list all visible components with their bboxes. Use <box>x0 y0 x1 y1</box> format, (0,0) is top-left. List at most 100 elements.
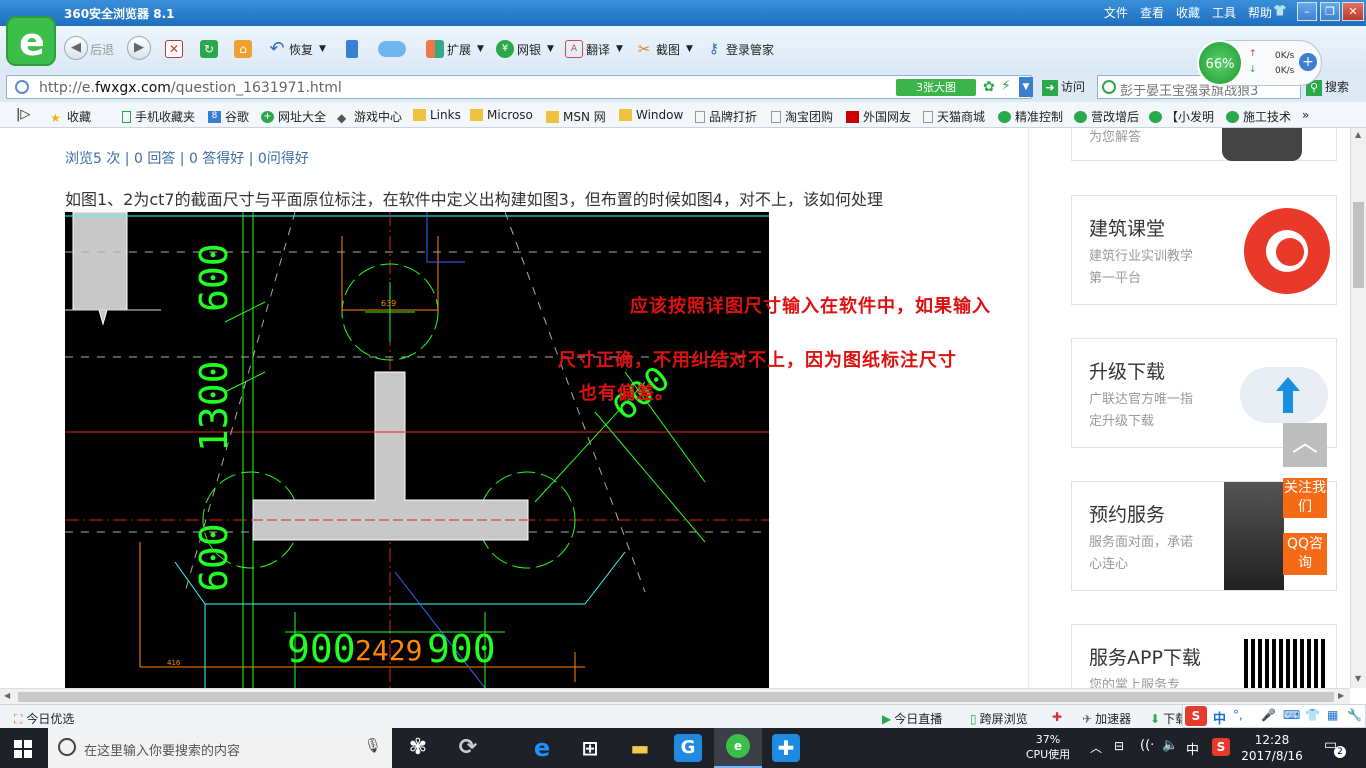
bookmark-item[interactable]: 【小发明 <box>1149 108 1214 125</box>
scroll-left-icon[interactable]: ◀ <box>4 691 10 700</box>
vertical-scroll-thumb[interactable] <box>1353 202 1364 288</box>
bookmark-item[interactable]: 外国网友 <box>846 108 911 125</box>
windows-start-icon[interactable] <box>14 740 32 758</box>
browser-logo[interactable] <box>6 16 56 66</box>
address-bar[interactable]: http://e.fwxgx.com/question_1631971.html… <box>6 75 1033 99</box>
bookmarks-more-icon[interactable]: » <box>1302 108 1309 122</box>
skin-icon[interactable]: 👕 <box>1305 708 1320 722</box>
lightning-icon[interactable]: ⚡ <box>1001 78 1011 94</box>
glodon-icon[interactable]: G <box>674 734 702 762</box>
cloud-button[interactable] <box>378 38 409 60</box>
active-browser-task[interactable]: e <box>714 728 762 768</box>
taskbar-ime-lang[interactable]: 中 <box>1186 739 1199 758</box>
menu-view[interactable]: 查看 <box>1140 4 1164 21</box>
netbank-button[interactable]: ¥ 网银 ▼ <box>496 38 554 60</box>
stop-button[interactable]: ✕ <box>165 38 186 60</box>
task-view-icon[interactable]: ✾ <box>404 734 432 762</box>
sidebar-card-classroom[interactable]: 建筑课堂 建筑行业实训教学第一平台 <box>1071 195 1337 305</box>
back-button[interactable]: 后退 <box>90 38 114 60</box>
today-picks[interactable]: ⛶ 今日优选 <box>14 710 74 727</box>
bookmarks-toggle-icon[interactable]: |▷ <box>16 107 30 122</box>
back-arrow-icon[interactable]: ◀ <box>64 36 88 60</box>
taskbar-search-input[interactable]: 在这里输入你要搜索的内容 🎙 <box>48 728 392 768</box>
menu-tools[interactable]: 工具 <box>1212 4 1236 21</box>
speed-widget[interactable]: 66% ↑ ↓ 0K/s 0K/s + <box>1197 40 1322 86</box>
bookmark-item[interactable]: 8 谷歌 <box>208 108 249 125</box>
mic-icon[interactable]: 🎤 <box>1261 708 1276 722</box>
bookmark-item[interactable]: 精准控制 <box>998 108 1063 125</box>
big-image-button[interactable]: 3张大图 <box>896 79 976 96</box>
edge-browser-icon[interactable]: e <box>528 734 556 762</box>
sidebar-card-partial[interactable]: 为您解答 <box>1071 128 1337 161</box>
scroll-down-icon[interactable]: ▼ <box>1355 674 1361 683</box>
vertical-scrollbar[interactable]: ▲ ▼ <box>1350 128 1366 688</box>
clock[interactable]: 12:28 2017/8/16 <box>1240 732 1304 764</box>
menu-favorites[interactable]: 收藏 <box>1176 4 1200 21</box>
bookmark-item[interactable]: + 网址大全 <box>261 108 326 125</box>
qq-consult-button[interactable]: QQ咨询 <box>1283 533 1327 575</box>
cross-screen[interactable]: ▯ 跨屏浏览 <box>970 710 1028 727</box>
file-explorer-icon[interactable]: ▬ <box>626 734 654 762</box>
login-manager-button[interactable]: ⚷ 登录管家 <box>705 38 774 60</box>
sogou-icon[interactable]: S <box>1185 706 1207 726</box>
restore-button[interactable]: ↶ 恢复 ▼ <box>268 38 325 60</box>
close-button[interactable]: ✕ <box>1342 2 1364 21</box>
action-center-icon[interactable]: ▭ 2 <box>1322 736 1346 760</box>
bookmark-item[interactable]: Window <box>619 108 683 122</box>
app-plus-icon[interactable]: ✚ <box>772 734 800 762</box>
wifi-icon[interactable]: ((· <box>1140 738 1154 753</box>
horizontal-scrollbar[interactable]: ◀ ▶ <box>0 688 1350 704</box>
bookmark-item[interactable]: 品牌打折 <box>695 108 757 125</box>
translate-button[interactable]: A 翻译 ▼ <box>565 38 623 60</box>
safety-icon[interactable]: ✚ <box>1052 710 1062 724</box>
grid-icon[interactable]: ▦ <box>1327 708 1338 722</box>
ime-toolbar[interactable]: S 中 °, 🎤 ⌨ 👕 ▦ 🔧 <box>1182 704 1366 728</box>
cpu-usage[interactable]: 37% CPU使用 <box>1024 732 1072 762</box>
sogou-tray-icon[interactable]: S <box>1212 738 1230 756</box>
follow-us-button[interactable]: 关注我们 <box>1283 478 1327 518</box>
visit-button[interactable]: ➜ 访问 <box>1042 78 1085 96</box>
bookmark-item[interactable]: 天猫商城 <box>923 108 985 125</box>
scroll-up-icon[interactable]: ▲ <box>1355 130 1361 139</box>
ime-lang[interactable]: 中 <box>1213 708 1226 727</box>
bookmark-item[interactable]: 施工技术 <box>1226 108 1291 125</box>
bookmark-item[interactable]: Links <box>413 108 461 122</box>
menu-help[interactable]: 帮助 <box>1248 4 1272 21</box>
menu-file[interactable]: 文件 <box>1104 4 1128 21</box>
bookmark-item[interactable]: 手机收藏夹 <box>122 108 195 125</box>
dropdown-chevron-icon[interactable]: ▼ <box>1019 77 1033 97</box>
phone-button[interactable] <box>346 38 361 60</box>
keyboard-icon[interactable]: ⌨ <box>1283 708 1300 722</box>
extend-button[interactable]: 扩展 ▼ <box>426 38 484 60</box>
accelerator[interactable]: ✈ 加速器 <box>1082 710 1131 727</box>
scroll-right-icon[interactable]: ▶ <box>1338 691 1344 700</box>
question-stats[interactable]: 浏览5 次 | 0 回答 | 0 答得好 | 0问得好 <box>65 148 309 168</box>
back-to-top-button[interactable]: ︿ <box>1283 423 1327 467</box>
skin-icon[interactable]: 👕 <box>1270 2 1290 21</box>
today-live[interactable]: ▶ 今日直播 <box>882 710 942 727</box>
bookmark-item[interactable]: 淘宝团购 <box>771 108 833 125</box>
punctuation-icon[interactable]: °, <box>1233 708 1243 722</box>
bookmark-item[interactable]: Microso <box>470 108 533 122</box>
microphone-icon[interactable]: 🎙 <box>364 738 382 754</box>
app-swirl-icon[interactable]: ⟳ <box>454 734 482 762</box>
home-button[interactable]: ⌂ <box>234 38 255 60</box>
store-icon[interactable]: ⊞ <box>576 734 604 762</box>
wrench-icon[interactable]: 🔧 <box>1347 708 1362 722</box>
forward-arrow-icon[interactable]: ▶ <box>127 36 151 60</box>
bookmark-item[interactable]: MSN 网 <box>546 108 606 125</box>
bookmark-item[interactable]: ★ 收藏 <box>50 108 91 125</box>
bookmark-item[interactable]: ◆ 游戏中心 <box>337 108 402 125</box>
tray-chevron-icon[interactable]: ︿ <box>1090 739 1102 756</box>
minimize-button[interactable]: – <box>1297 2 1317 21</box>
plus-icon[interactable]: + <box>1299 53 1317 71</box>
horizontal-scroll-thumb[interactable] <box>18 692 1334 702</box>
url-text[interactable]: http://e.fwxgx.com/question_1631971.html <box>39 80 342 96</box>
sidebar-card-app[interactable]: 服务APP下载 您的掌上服务专 <box>1071 624 1337 688</box>
refresh-button[interactable]: ↻ <box>200 38 221 60</box>
screenshot-button[interactable]: ✂ 截图 ▼ <box>635 38 693 60</box>
volume-icon[interactable]: 🔈 <box>1162 738 1178 753</box>
bookmark-item[interactable]: 营改增后 <box>1074 108 1139 125</box>
tray-network-device-icon[interactable]: ⊟ <box>1114 739 1124 753</box>
restore-window-button[interactable]: ❐ <box>1320 2 1340 21</box>
